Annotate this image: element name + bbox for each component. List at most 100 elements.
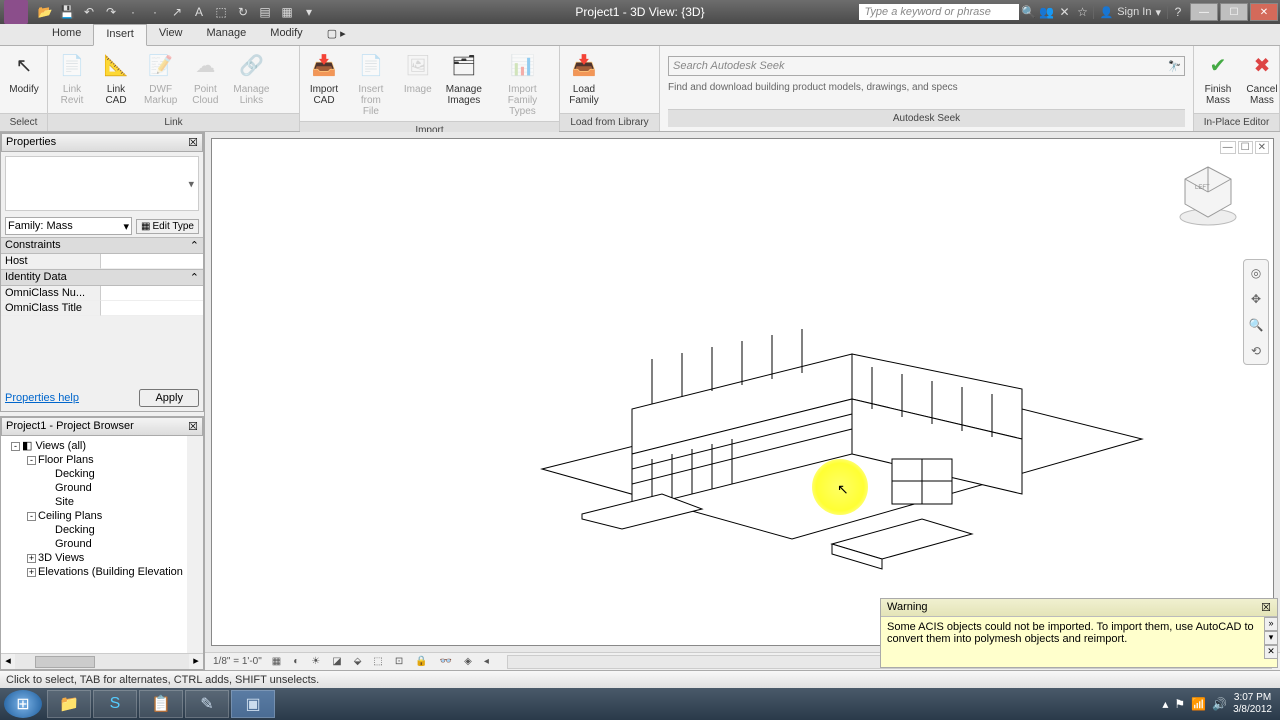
search-icon[interactable]: 🔍	[1021, 4, 1037, 20]
revit-taskbar-icon[interactable]: ▣	[231, 690, 275, 718]
edit-type-button[interactable]: ▦Edit Type	[136, 219, 199, 234]
view-maximize-icon[interactable]: ☐	[1238, 141, 1253, 154]
tray-flag-icon[interactable]: ⚑	[1174, 697, 1185, 711]
tree-scrollbar-h[interactable]: ◂▸	[1, 653, 203, 669]
dim-icon[interactable]: A	[190, 3, 208, 21]
tree-item[interactable]: Decking	[3, 467, 201, 481]
browser-close-icon[interactable]: ☒	[188, 420, 198, 433]
project-tree[interactable]: -◧ Views (all)-Floor PlansDeckingGroundS…	[1, 436, 203, 653]
load-family-tool[interactable]: 📥Load Family	[562, 48, 606, 108]
close-button[interactable]: ✕	[1250, 3, 1278, 21]
viewcube[interactable]: LEFT	[1173, 159, 1243, 229]
reveal-icon[interactable]: ◈	[462, 656, 474, 667]
tree-expander[interactable]: -	[11, 442, 20, 451]
tree-expander[interactable]: -	[27, 456, 36, 465]
lock-icon[interactable]: 🔒	[413, 656, 429, 667]
detail-level-icon[interactable]: ▦	[270, 656, 283, 667]
help-icon[interactable]: ?	[1170, 4, 1186, 20]
app2-taskbar-icon[interactable]: ✎	[185, 690, 229, 718]
link-tool-3[interactable]: ☁Point Cloud	[183, 48, 227, 108]
link-tool-1[interactable]: 📐Link CAD	[94, 48, 138, 108]
view-minimize-icon[interactable]: —	[1220, 141, 1236, 154]
tree-item[interactable]: -Floor Plans	[3, 453, 201, 467]
temp-hide-icon[interactable]: 👓	[438, 656, 454, 667]
tree-item[interactable]: Site	[3, 495, 201, 509]
tab-modify[interactable]: Modify	[258, 24, 314, 45]
warning-expand-icon[interactable]: ▾	[1264, 631, 1278, 645]
modify-tool[interactable]: ↖Modify	[2, 48, 46, 97]
crop-icon[interactable]: ⬚	[371, 656, 384, 667]
help-search-input[interactable]: Type a keyword or phrase	[859, 4, 1019, 20]
print-icon[interactable]: ·	[124, 3, 142, 21]
orbit-icon[interactable]: ⟲	[1247, 342, 1265, 360]
explorer-taskbar-icon[interactable]: 📁	[47, 690, 91, 718]
start-button[interactable]: ⊞	[4, 690, 42, 718]
tree-item[interactable]: +3D Views	[3, 551, 201, 565]
favorite-icon[interactable]: ☆	[1075, 4, 1091, 20]
signin-button[interactable]: 👤 Sign In ▾	[1093, 6, 1168, 19]
cancel-mass-tool[interactable]: ✖Cancel Mass	[1240, 48, 1280, 108]
browser-header[interactable]: Project1 - Project Browser☒	[1, 417, 203, 436]
scale-value[interactable]: 1/8" = 1'-0"	[213, 656, 262, 667]
properties-help-link[interactable]: Properties help	[5, 392, 79, 404]
type-selector[interactable]	[5, 156, 199, 211]
properties-header[interactable]: Properties☒	[1, 133, 203, 152]
tree-item[interactable]: -◧ Views (all)	[3, 438, 201, 453]
prop-value[interactable]	[101, 301, 203, 316]
tree-expander[interactable]: +	[27, 568, 36, 577]
maximize-button[interactable]: ☐	[1220, 3, 1248, 21]
link-tool-2[interactable]: 📝DWF Markup	[138, 48, 183, 108]
family-dropdown[interactable]: Family: Mass▾	[5, 217, 132, 235]
comm-icon[interactable]: 👥	[1039, 4, 1055, 20]
tab-view[interactable]: View	[147, 24, 195, 45]
skype-taskbar-icon[interactable]: S	[93, 690, 137, 718]
3d-view-canvas[interactable]: — ☐ ✕ LEFT ◎ ✥ 🔍 ⟲	[211, 138, 1274, 646]
nav-left-icon[interactable]: ◂	[482, 656, 491, 667]
tree-item[interactable]: -Ceiling Plans	[3, 509, 201, 523]
pan-icon[interactable]: ✥	[1247, 290, 1265, 308]
tree-expander[interactable]: +	[27, 554, 36, 563]
redo-icon[interactable]: ↷	[102, 3, 120, 21]
zoom-icon[interactable]: 🔍	[1247, 316, 1265, 334]
tray-volume-icon[interactable]: 🔊	[1212, 697, 1227, 711]
warning-delete-icon[interactable]: ✕	[1264, 645, 1278, 659]
sun-path-icon[interactable]: ☀	[309, 656, 322, 667]
collapse-icon[interactable]: ⌃	[190, 271, 199, 284]
finish-mass-tool[interactable]: ✔Finish Mass	[1196, 48, 1240, 108]
tab-insert[interactable]: Insert	[93, 24, 147, 46]
qat-dropdown-icon[interactable]: ▾	[300, 3, 318, 21]
import-tool-1[interactable]: 📄Insert from File	[346, 48, 396, 119]
tag-icon[interactable]: ⬚	[212, 3, 230, 21]
warning-next-icon[interactable]: »	[1264, 617, 1278, 631]
seek-search-input[interactable]: Search Autodesk Seek🔭	[668, 56, 1185, 76]
link-tool-0[interactable]: 📄Link Revit	[50, 48, 94, 108]
tree-expander[interactable]: -	[27, 512, 36, 521]
app1-taskbar-icon[interactable]: 📋	[139, 690, 183, 718]
tree-item[interactable]: Ground	[3, 537, 201, 551]
collapse-icon[interactable]: ⌃	[190, 239, 199, 252]
switch-icon[interactable]: ▤	[256, 3, 274, 21]
sync-icon[interactable]: ↻	[234, 3, 252, 21]
import-tool-3[interactable]: 🗂Manage Images	[440, 48, 488, 108]
tab-extra[interactable]: ▢ ▸	[315, 24, 358, 45]
exchange-icon[interactable]: ✕	[1057, 4, 1073, 20]
shadows-icon[interactable]: ◪	[330, 656, 343, 667]
rendering-icon[interactable]: ⬙	[352, 656, 364, 667]
close-hidden-icon[interactable]: ▦	[278, 3, 296, 21]
tree-item[interactable]: Ground	[3, 481, 201, 495]
visual-style-icon[interactable]: ◐	[291, 656, 301, 667]
tab-home[interactable]: Home	[40, 24, 93, 45]
tree-item[interactable]: +Elevations (Building Elevation	[3, 565, 201, 579]
apply-button[interactable]: Apply	[139, 389, 199, 407]
app-icon[interactable]	[4, 0, 28, 24]
prop-section[interactable]: Constraints⌃	[1, 237, 203, 254]
import-tool-4[interactable]: 📊Import Family Types	[488, 48, 557, 119]
properties-close-icon[interactable]: ☒	[188, 136, 198, 149]
measure-icon[interactable]: ↗	[168, 3, 186, 21]
prop-value[interactable]	[101, 286, 203, 301]
import-tool-0[interactable]: 📥Import CAD	[302, 48, 346, 108]
undo-icon[interactable]: ↶	[80, 3, 98, 21]
binoculars-icon[interactable]: 🔭	[1166, 60, 1180, 73]
tray-clock[interactable]: 3:07 PM 3/8/2012	[1233, 692, 1272, 716]
tray-up-icon[interactable]: ▴	[1162, 697, 1168, 711]
